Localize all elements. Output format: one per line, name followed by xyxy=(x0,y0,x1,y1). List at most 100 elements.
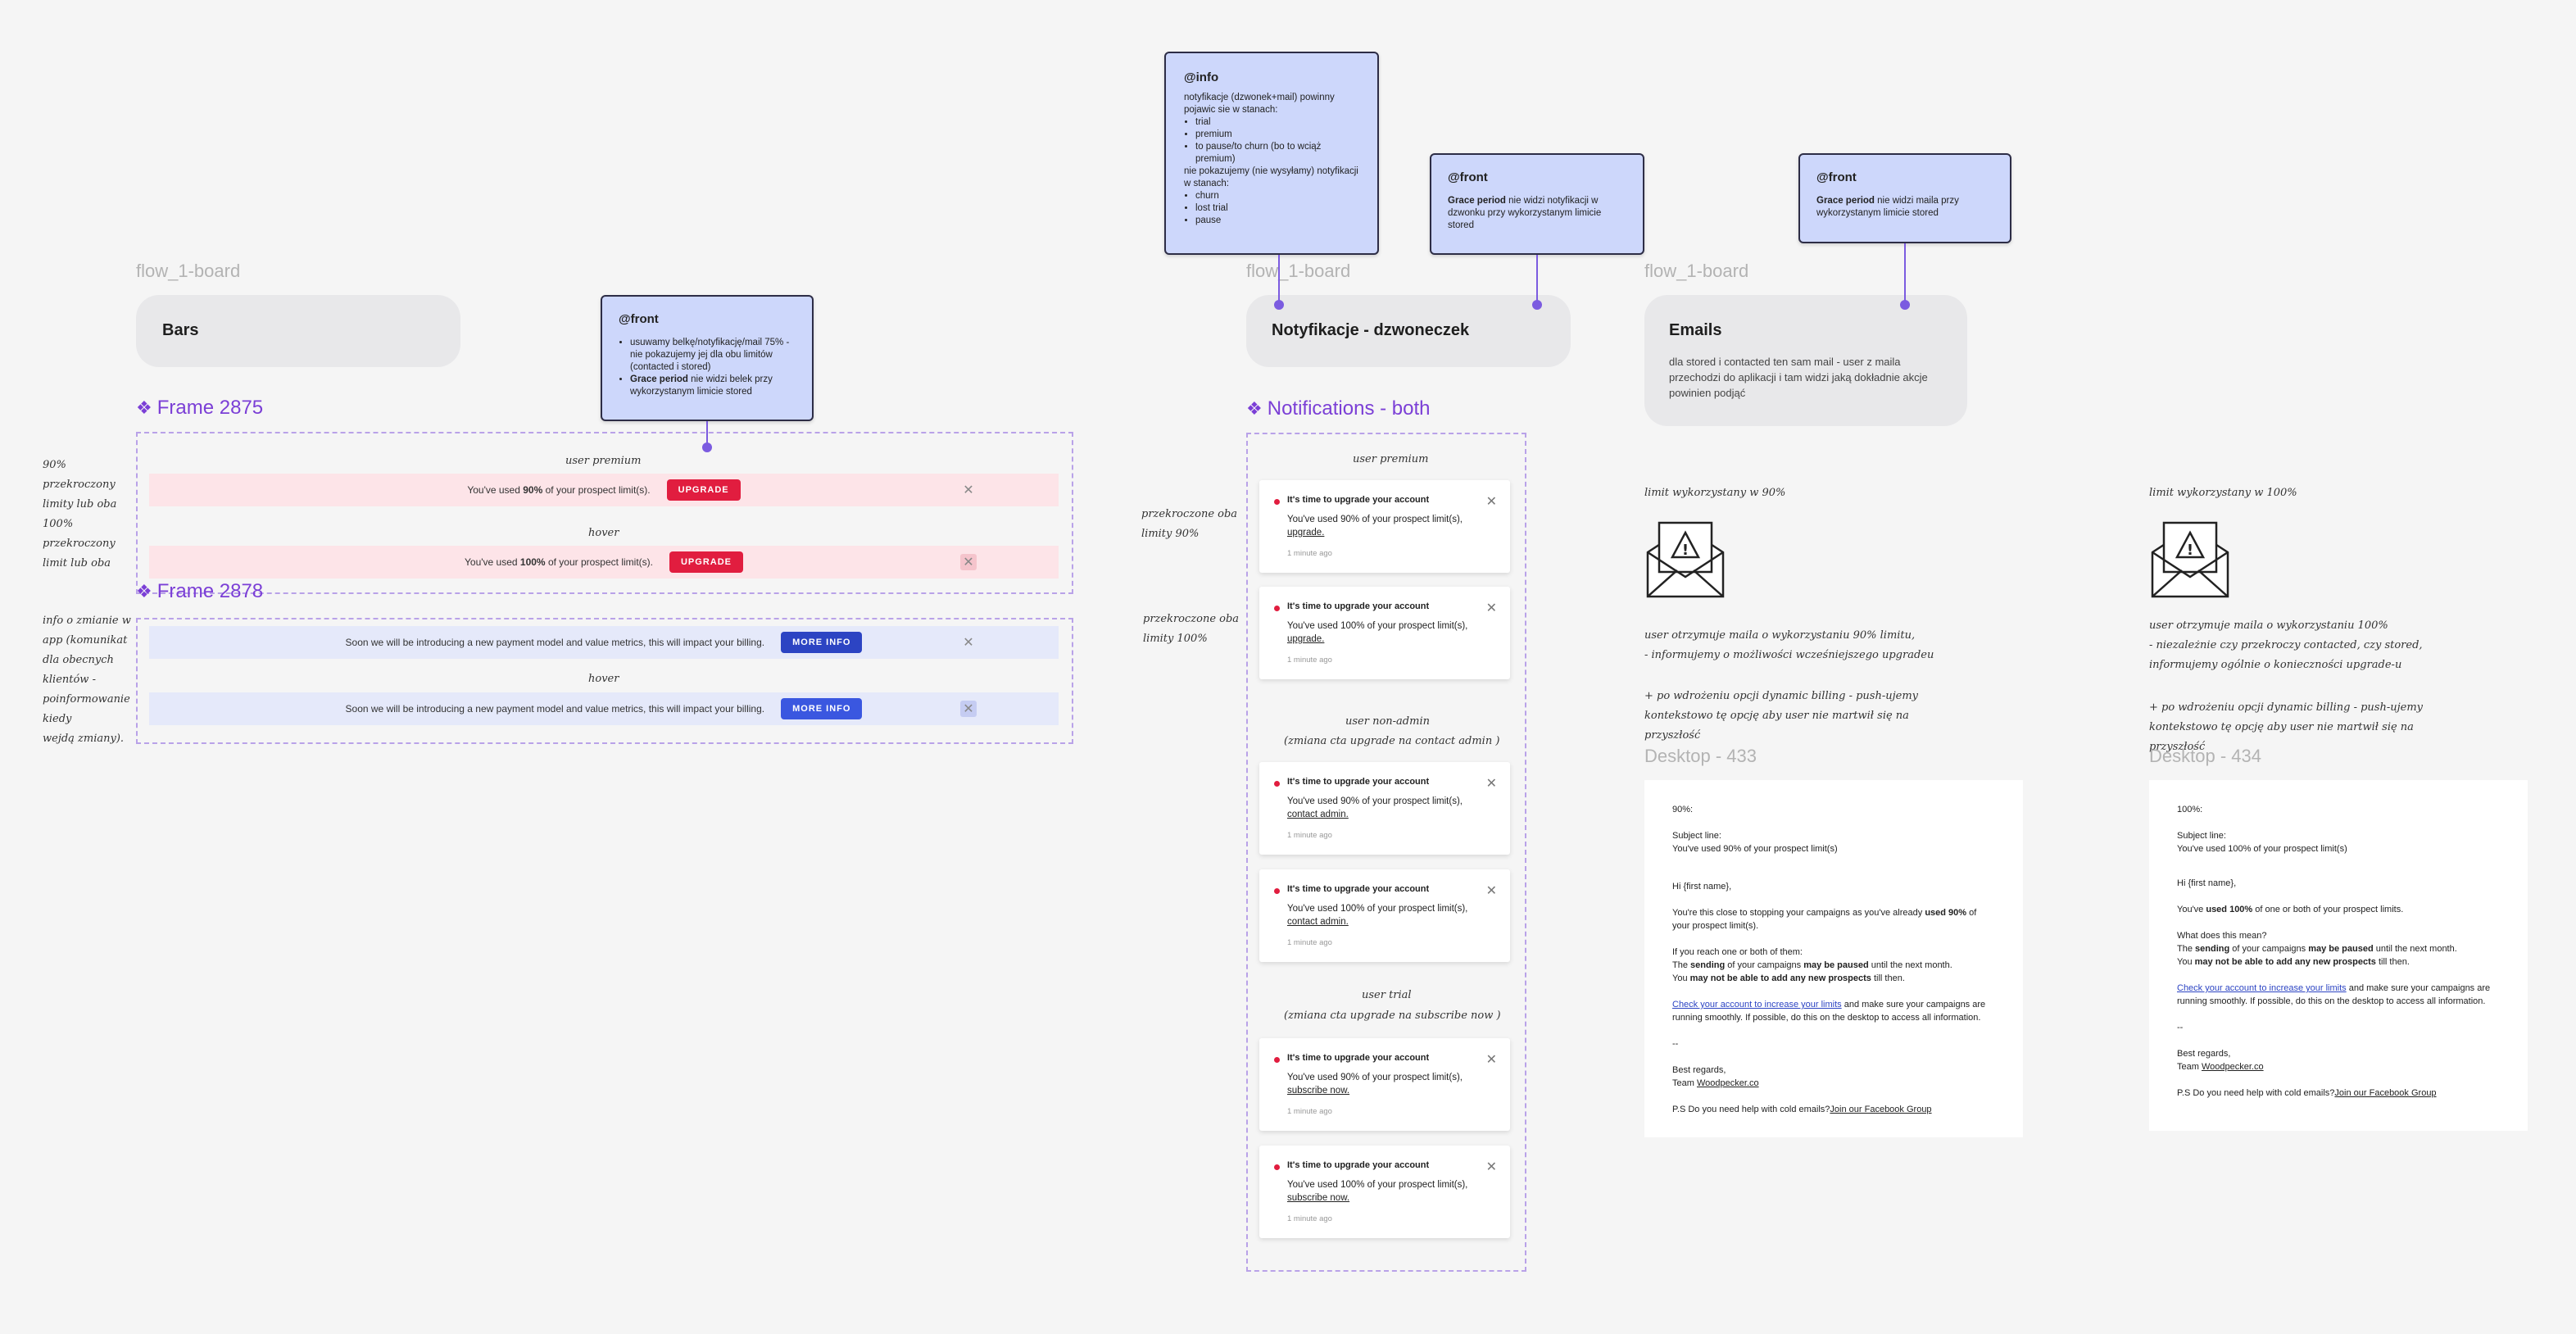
bars-section-title: Bars xyxy=(162,321,199,339)
sticky-title: @front xyxy=(1448,170,1488,184)
notification-body: You've used 90% of your prospect limit(s… xyxy=(1287,796,1463,819)
increase-limits-link[interactable]: Check your account to increase your limi… xyxy=(1672,1000,1842,1010)
notification-title: It's time to upgrade your account xyxy=(1287,1160,1430,1170)
desktop-434-label: Desktop - 434 xyxy=(2149,746,2261,766)
notification-card[interactable]: ✕ It's time to upgrade your account You'… xyxy=(1259,1146,1510,1238)
notification-card[interactable]: ✕ It's time to upgrade your account You'… xyxy=(1259,762,1510,855)
close-icon[interactable]: ✕ xyxy=(1486,883,1497,899)
sticky-item: pause xyxy=(1195,215,1359,227)
notification-body: You've used 100% of your prospect limit(… xyxy=(1287,1180,1468,1203)
close-icon[interactable]: ✕ xyxy=(960,701,977,717)
close-icon[interactable]: ✕ xyxy=(960,482,977,498)
close-icon[interactable]: ✕ xyxy=(1486,1159,1497,1175)
notification-title: It's time to upgrade your account xyxy=(1287,495,1430,505)
unread-dot xyxy=(1274,499,1280,505)
close-icon[interactable]: ✕ xyxy=(1486,600,1497,616)
close-icon[interactable]: ✕ xyxy=(1486,493,1497,510)
contact-admin-link[interactable]: contact admin. xyxy=(1287,917,1349,927)
notification-card[interactable]: ✕ It's time to upgrade your account You'… xyxy=(1259,869,1510,962)
email-col2-heading: limit wykorzystany w 100% xyxy=(2149,487,2297,499)
frame-2875-title: Frame 2875 xyxy=(156,397,264,419)
facebook-group-link[interactable]: Join our Facebook Group xyxy=(1830,1105,1931,1114)
sticky-text: Grace period nie widzi notyfikacji w dzw… xyxy=(1448,196,1602,230)
subscribe-link[interactable]: subscribe now. xyxy=(1287,1086,1349,1096)
unread-dot xyxy=(1274,781,1280,787)
sticky-item: usuwamy belkę/notyfikację/mail 75% - nie… xyxy=(630,337,796,374)
more-info-button[interactable]: MORE INFO xyxy=(781,698,863,719)
subscribe-link[interactable]: subscribe now. xyxy=(1287,1193,1349,1203)
notifications-frame-title: Notifications - both xyxy=(1267,397,1431,420)
notification-time: 1 minute ago xyxy=(1287,831,1332,840)
notifications-board-label: flow_1-board xyxy=(1246,261,1351,281)
email-preview-100: 100%: Subject line: You've used 100% of y… xyxy=(2149,780,2528,1131)
close-icon[interactable]: ✕ xyxy=(1486,1051,1497,1068)
email-col1-note: user otrzymuje maila o wykorzystaniu 90%… xyxy=(1644,629,1934,661)
notification-body: You've used 90% of your prospect limit(s… xyxy=(1287,1073,1463,1096)
emails-description: dla stored i contacted ten sam mail - us… xyxy=(1669,356,1928,399)
notification-title: It's time to upgrade your account xyxy=(1287,884,1430,894)
woodpecker-link[interactable]: Woodpecker.co xyxy=(1697,1078,1759,1088)
notification-card[interactable]: ✕ It's time to upgrade your account You'… xyxy=(1259,480,1510,573)
notification-card[interactable]: ✕ It's time to upgrade your account You'… xyxy=(1259,587,1510,679)
sticky-note-info[interactable]: @info notyfikacje (dzwonek+mail) powinny… xyxy=(1164,52,1379,255)
connector-line xyxy=(1278,255,1280,304)
close-icon[interactable]: ✕ xyxy=(1486,775,1497,792)
sticky-title: @info xyxy=(1184,70,1219,84)
upgrade-link[interactable]: upgrade. xyxy=(1287,528,1324,538)
hover-label: hover xyxy=(588,527,619,539)
frame-2878-label[interactable]: ❖ Frame 2878 xyxy=(136,580,263,603)
close-icon[interactable]: ✕ xyxy=(960,554,977,570)
sticky-item: churn xyxy=(1195,190,1359,202)
facebook-group-link[interactable]: Join our Facebook Group xyxy=(2334,1088,2436,1098)
warning-bar-100-text: You've used 100% of your prospect limit(… xyxy=(465,556,653,568)
upgrade-button[interactable]: UPGRADE xyxy=(666,479,741,501)
notification-title: It's time to upgrade your account xyxy=(1287,777,1430,787)
svg-text:!: ! xyxy=(2187,542,2193,559)
notif-side-note-1: przekroczone oba limity 90% xyxy=(1141,508,1238,540)
unread-dot xyxy=(1274,1164,1280,1170)
woodpecker-link[interactable]: Woodpecker.co xyxy=(2202,1062,2264,1072)
envelope-warning-icon: ! xyxy=(2151,521,2229,598)
email-col1-note2: + po wdrożeniu opcji dynamic billing - p… xyxy=(1644,690,1919,742)
connector-dot xyxy=(1900,300,1910,310)
notification-time: 1 minute ago xyxy=(1287,1107,1332,1116)
component-icon: ❖ xyxy=(1246,398,1263,419)
sticky-item: lost trial xyxy=(1195,202,1359,215)
sticky-item: trial xyxy=(1195,116,1359,129)
more-info-button[interactable]: MORE INFO xyxy=(781,632,863,653)
sticky-item: to pause/to churn (bo to wciąż premium) xyxy=(1195,141,1359,166)
unread-dot xyxy=(1274,1057,1280,1063)
notification-card[interactable]: ✕ It's time to upgrade your account You'… xyxy=(1259,1038,1510,1131)
notification-time: 1 minute ago xyxy=(1287,938,1332,947)
sticky-item: Grace period nie widzi belek przy wykorz… xyxy=(630,374,796,398)
unread-dot xyxy=(1274,606,1280,611)
email-preview-90: 90%: Subject line: You've used 90% of you… xyxy=(1644,780,2023,1137)
sticky-note-front-bars[interactable]: @front usuwamy belkę/notyfikację/mail 75… xyxy=(601,295,814,421)
frame-2875-label[interactable]: ❖ Frame 2875 xyxy=(136,397,263,420)
email-col1-heading: limit wykorzystany w 90% xyxy=(1644,487,1786,499)
sticky-note-front-emails[interactable]: @front Grace period nie widzi maila przy… xyxy=(1798,153,2011,243)
bars-side-note-1: 90% przekroczony limity lub oba 100% przekro… xyxy=(43,459,117,569)
increase-limits-link[interactable]: Check your account to increase your limi… xyxy=(2177,983,2347,993)
group-nonadmin-sub: (zmiana cta upgrade na contact admin ) xyxy=(1284,735,1500,747)
bars-board-label: flow_1-board xyxy=(136,261,241,281)
sticky-text: Grace period nie widzi maila przy wykorz… xyxy=(1816,196,1959,218)
group-nonadmin-label: user non-admin xyxy=(1345,715,1430,728)
sticky-note-front-notif[interactable]: @front Grace period nie widzi notyfikacj… xyxy=(1430,153,1644,255)
upgrade-link[interactable]: upgrade. xyxy=(1287,634,1324,644)
notification-body: You've used 100% of your prospect limit(… xyxy=(1287,904,1468,927)
upgrade-button[interactable]: UPGRADE xyxy=(669,551,743,573)
desktop-433-label: Desktop - 433 xyxy=(1644,746,1757,766)
notification-time: 1 minute ago xyxy=(1287,1214,1332,1223)
sticky-title: @front xyxy=(619,312,659,326)
notification-title: It's time to upgrade your account xyxy=(1287,1053,1430,1063)
connector-dot xyxy=(702,442,712,452)
notifications-frame-label[interactable]: ❖ Notifications - both xyxy=(1246,397,1431,420)
svg-text:!: ! xyxy=(1682,542,1689,559)
close-icon[interactable]: ✕ xyxy=(960,634,977,651)
warning-bar-100: You've used 100% of your prospect limit(… xyxy=(149,546,1059,579)
contact-admin-link[interactable]: contact admin. xyxy=(1287,810,1349,819)
envelope-warning-icon: ! xyxy=(1646,521,1725,598)
connector-dot xyxy=(1274,300,1284,310)
info-bar-text: Soon we will be introducing a new paymen… xyxy=(345,703,765,715)
